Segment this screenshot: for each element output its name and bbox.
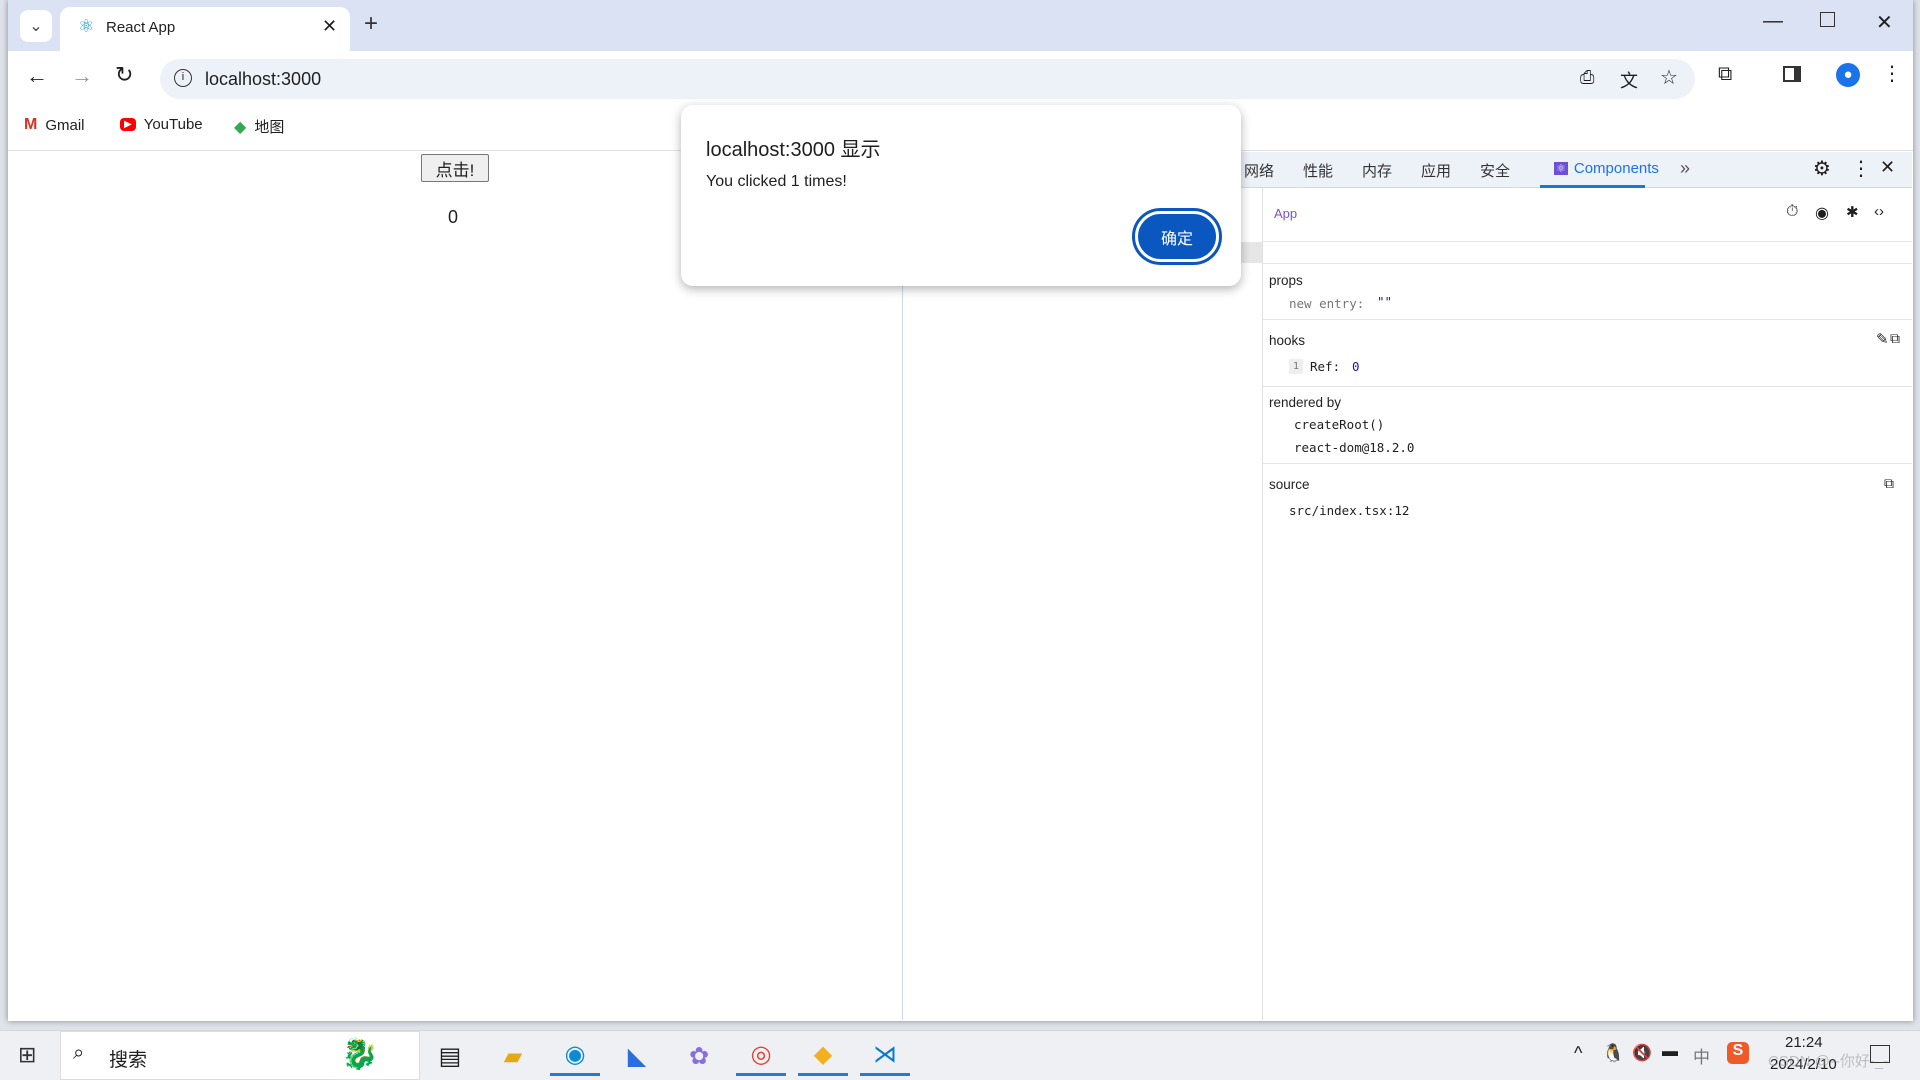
battery-icon[interactable]: ▬ (1662, 1043, 1678, 1061)
mute-volume-icon[interactable]: 🔇 (1632, 1043, 1652, 1063)
install-icon[interactable]: ⎙ (1580, 67, 1594, 88)
tab-network[interactable]: 网络 (1244, 160, 1274, 181)
divider (1262, 263, 1912, 264)
rendered-by-item[interactable]: createRoot() (1294, 417, 1384, 432)
new-tab-icon[interactable]: + (364, 10, 378, 38)
copilot-icon[interactable]: ✿ (674, 1036, 724, 1076)
tab-security[interactable]: 安全 (1480, 160, 1510, 181)
bug-icon[interactable]: ✱ (1846, 203, 1859, 221)
side-panel-icon[interactable] (1783, 66, 1801, 82)
settings-gear-icon[interactable]: ⚙ (1813, 156, 1831, 181)
source-file[interactable]: src/index.tsx:12 (1289, 503, 1409, 518)
tab-components[interactable]: ⚛ Components (1540, 152, 1659, 188)
panel-divider[interactable] (1262, 188, 1263, 1020)
tab-strip: ⌄ ⚛ React App ✕ + — ✕ (8, 0, 1913, 51)
selected-component-name: App (1274, 206, 1298, 221)
divider (1262, 319, 1912, 320)
bookmark-label: 地图 (254, 119, 285, 136)
sogou-icon[interactable]: S (1727, 1042, 1749, 1064)
app-icon-2[interactable]: ◆ (798, 1036, 848, 1076)
edit-wand-icon[interactable]: ✎ (1876, 330, 1889, 348)
edge-icon[interactable]: ◉ (550, 1036, 600, 1076)
divider (1262, 241, 1912, 242)
profile-avatar-icon[interactable]: ● (1836, 63, 1860, 87)
taskbar-search[interactable]: ⌕ 搜索 🐉 (60, 1031, 420, 1080)
qq-icon[interactable]: 🐧 (1602, 1043, 1624, 1064)
search-placeholder: 搜索 (109, 1050, 148, 1071)
tab-react-app[interactable]: ⚛ React App ✕ (60, 7, 350, 51)
close-devtools-icon[interactable]: ✕ (1880, 157, 1895, 178)
bookmark-label: YouTube (143, 116, 203, 133)
bookmark-maps[interactable]: ◆ 地图 (234, 116, 284, 137)
tab-memory[interactable]: 内存 (1362, 160, 1392, 181)
props-heading: props (1269, 273, 1303, 288)
click-button[interactable]: 点击! (421, 154, 489, 182)
hook-value[interactable]: 0 (1352, 359, 1360, 374)
minimize-icon[interactable]: — (1763, 10, 1783, 33)
divider (1262, 463, 1912, 464)
tab-performance[interactable]: 性能 (1303, 160, 1333, 181)
tab-label: Components (1573, 160, 1659, 177)
react-icon: ⚛ (1554, 162, 1568, 175)
tab-search-icon[interactable]: ⌄ (20, 10, 52, 42)
start-windows-icon[interactable]: ⊞ (18, 1042, 36, 1068)
notifications-icon[interactable] (1870, 1045, 1890, 1063)
bookmark-label: Gmail (45, 116, 85, 134)
site-info-icon[interactable]: i (174, 69, 192, 87)
address-bar[interactable]: i localhost:3000 ⎙ 文 ☆ (160, 59, 1695, 99)
copy-icon[interactable]: ⧉ (1890, 330, 1900, 347)
bookmark-star-icon[interactable]: ☆ (1660, 65, 1678, 90)
reload-icon[interactable]: ↻ (115, 62, 133, 88)
tray-chevron-icon[interactable]: ^ (1574, 1043, 1582, 1064)
translate-icon[interactable]: 文 (1620, 67, 1638, 93)
app-icon[interactable]: ◣ (612, 1036, 662, 1076)
dialog-title: localhost:3000 显示 (706, 139, 881, 161)
task-view-icon[interactable]: ▤ (425, 1036, 475, 1076)
ok-button[interactable]: 确定 (1132, 208, 1222, 265)
count-text: 0 (448, 207, 459, 227)
close-window-icon[interactable]: ✕ (1876, 10, 1893, 35)
copy-source-icon[interactable]: ⧉ (1884, 475, 1894, 492)
prop-new-entry[interactable]: new entry: (1289, 296, 1364, 311)
hooks-heading: hooks (1269, 333, 1306, 348)
rendered-by-item: react-dom@18.2.0 (1294, 440, 1415, 455)
ime-indicator[interactable]: 中 (1693, 1043, 1710, 1068)
bookmark-youtube[interactable]: ▶ YouTube (120, 116, 203, 133)
view-source-icon[interactable]: ‹› (1874, 203, 1884, 220)
divider (1262, 386, 1912, 387)
dialog-message: You clicked 1 times! (706, 173, 847, 190)
hook-index: 1 (1289, 359, 1304, 374)
toolbar: ← → ↻ i localhost:3000 ⎙ 文 ☆ ⧉ ● ⋮ (8, 51, 1913, 101)
prop-value[interactable]: "" (1377, 294, 1392, 309)
gmail-icon: M (24, 116, 38, 133)
vscode-icon[interactable]: ⋊ (860, 1036, 910, 1076)
more-options-icon[interactable]: ⋮ (1851, 156, 1871, 181)
dragon-icon: 🐉 (341, 1038, 379, 1071)
maximize-icon[interactable] (1820, 12, 1835, 27)
forward-icon[interactable]: → (71, 63, 93, 89)
chrome-icon[interactable]: ◎ (736, 1036, 786, 1076)
extensions-icon[interactable]: ⧉ (1718, 63, 1732, 86)
react-favicon-icon: ⚛ (78, 16, 95, 36)
maps-icon: ◆ (234, 118, 247, 136)
timer-icon[interactable]: ⏱ (1786, 203, 1798, 221)
more-tabs-icon[interactable]: » (1680, 158, 1690, 179)
back-icon[interactable]: ← (26, 63, 48, 89)
clock-time[interactable]: 21:24 (1785, 1034, 1823, 1051)
hook-name[interactable]: Ref: (1310, 359, 1340, 374)
tab-title: React App (106, 19, 176, 36)
bookmark-gmail[interactable]: M Gmail (24, 116, 85, 134)
tab-application[interactable]: 应用 (1421, 160, 1451, 181)
close-tab-icon[interactable]: ✕ (322, 16, 337, 37)
url-text: localhost:3000 (205, 69, 322, 89)
eye-icon[interactable]: ◉ (1815, 203, 1829, 223)
file-explorer-icon[interactable]: ▰ (488, 1036, 538, 1076)
youtube-icon: ▶ (120, 118, 136, 131)
search-icon: ⌕ (73, 1042, 85, 1064)
menu-icon[interactable]: ⋮ (1882, 61, 1902, 86)
rendered-by-heading: rendered by (1269, 395, 1342, 410)
source-heading: source (1269, 477, 1310, 492)
